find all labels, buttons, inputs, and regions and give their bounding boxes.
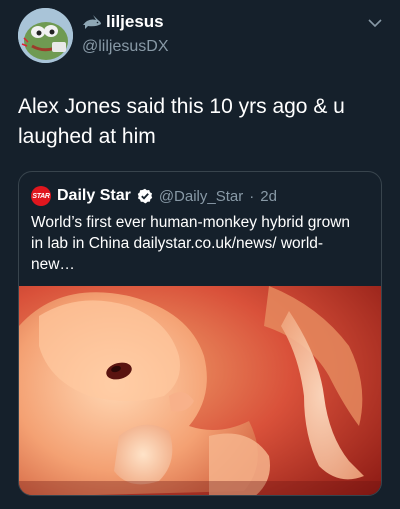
- display-name[interactable]: liljesus: [106, 12, 164, 32]
- chevron-down-icon[interactable]: [368, 18, 382, 28]
- user-handle[interactable]: @liljesusDX: [82, 38, 168, 56]
- meta-separator: ·: [249, 187, 255, 205]
- quoted-timestamp[interactable]: 2d: [260, 188, 277, 205]
- tweet-text: Alex Jones said this 10 yrs ago & u laug…: [18, 95, 345, 148]
- daily-star-logo-icon: STAR: [31, 186, 51, 206]
- quoted-tweet-text: World’s first ever human-monkey hybrid g…: [31, 214, 351, 273]
- quoted-handle[interactable]: @Daily_Star: [159, 188, 243, 205]
- avatar[interactable]: [18, 8, 73, 63]
- embryo-photo[interactable]: [19, 286, 382, 496]
- quoted-display-name[interactable]: Daily Star: [57, 187, 131, 205]
- author-block[interactable]: liljesus @liljesusDX: [82, 12, 168, 56]
- quoted-tweet-card[interactable]: STAR Daily Star @Daily_Star · 2d World’s…: [18, 171, 382, 496]
- quoted-tweet-header: STAR Daily Star @Daily_Star · 2d: [31, 186, 277, 206]
- logo-text: STAR: [32, 192, 50, 200]
- pepe-avatar-icon: [18, 8, 73, 63]
- tweet: liljesus @liljesusDX Alex Jones said thi…: [0, 0, 400, 509]
- name-row: liljesus: [82, 12, 168, 32]
- verified-badge-icon: [137, 188, 153, 204]
- shark-emoji-icon: [83, 15, 101, 29]
